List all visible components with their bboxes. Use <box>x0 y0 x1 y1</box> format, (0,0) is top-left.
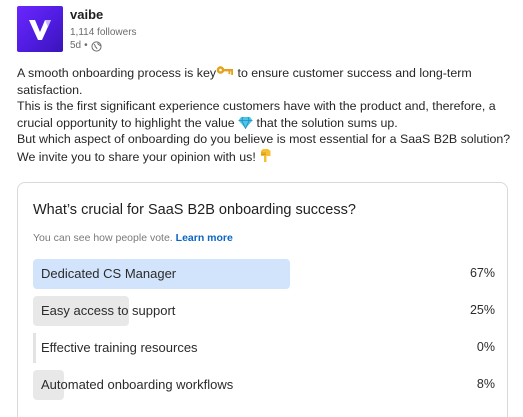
poll-option-label: Easy access to support <box>41 303 176 318</box>
post-paragraph: This is the first significant experience… <box>17 98 512 131</box>
poll-option-label: Dedicated CS Manager <box>41 266 177 281</box>
gem-icon <box>238 116 253 129</box>
key-icon <box>216 66 234 75</box>
poll-result-bar <box>33 333 36 363</box>
poll-note-text: You can see how people vote. <box>33 232 173 244</box>
vaibe-logo-icon <box>29 20 51 40</box>
follower-count: 1,114 followers <box>70 26 137 38</box>
poll-option-percent: 0% <box>476 340 495 354</box>
pointing-down-icon <box>261 148 271 162</box>
text-segment: A smooth onboarding process is key <box>17 66 217 80</box>
company-logo-avatar[interactable] <box>17 6 63 52</box>
post-paragraph: But which aspect of onboarding do you be… <box>17 131 512 165</box>
globe-icon <box>91 41 102 52</box>
separator-dot: • <box>84 40 88 52</box>
feed-post: vaibe 1,114 followers 5d • A smooth onbo… <box>0 0 523 417</box>
poll-card: What’s crucial for SaaS B2B onboarding s… <box>17 182 508 417</box>
poll-option[interactable]: Easy access to support 25% <box>33 296 495 326</box>
poll-question: What’s crucial for SaaS B2B onboarding s… <box>33 202 356 218</box>
poll-option-percent: 25% <box>469 303 495 317</box>
post-paragraph: A smooth onboarding process is key to en… <box>17 65 512 98</box>
poll-option-label: Effective training resources <box>41 340 198 355</box>
poll-option[interactable]: Automated onboarding workflows 8% <box>33 370 495 400</box>
post-time-row: 5d • <box>70 40 137 52</box>
author-name[interactable]: vaibe <box>70 7 137 23</box>
post-text: A smooth onboarding process is key to en… <box>17 65 512 165</box>
post-header: vaibe 1,114 followers 5d • <box>17 6 137 52</box>
poll-option-percent: 8% <box>476 377 495 391</box>
poll-option[interactable]: Dedicated CS Manager 67% <box>33 259 495 289</box>
poll-option-label: Automated onboarding workflows <box>41 377 234 392</box>
poll-option[interactable]: Effective training resources 0% <box>33 333 495 363</box>
poll-visibility-note: You can see how people vote. Learn more <box>33 232 233 244</box>
poll-option-percent: 67% <box>469 266 495 280</box>
text-segment: that the solution sums up. <box>253 115 398 130</box>
learn-more-link[interactable]: Learn more <box>176 232 233 244</box>
post-time: 5d <box>70 40 82 52</box>
